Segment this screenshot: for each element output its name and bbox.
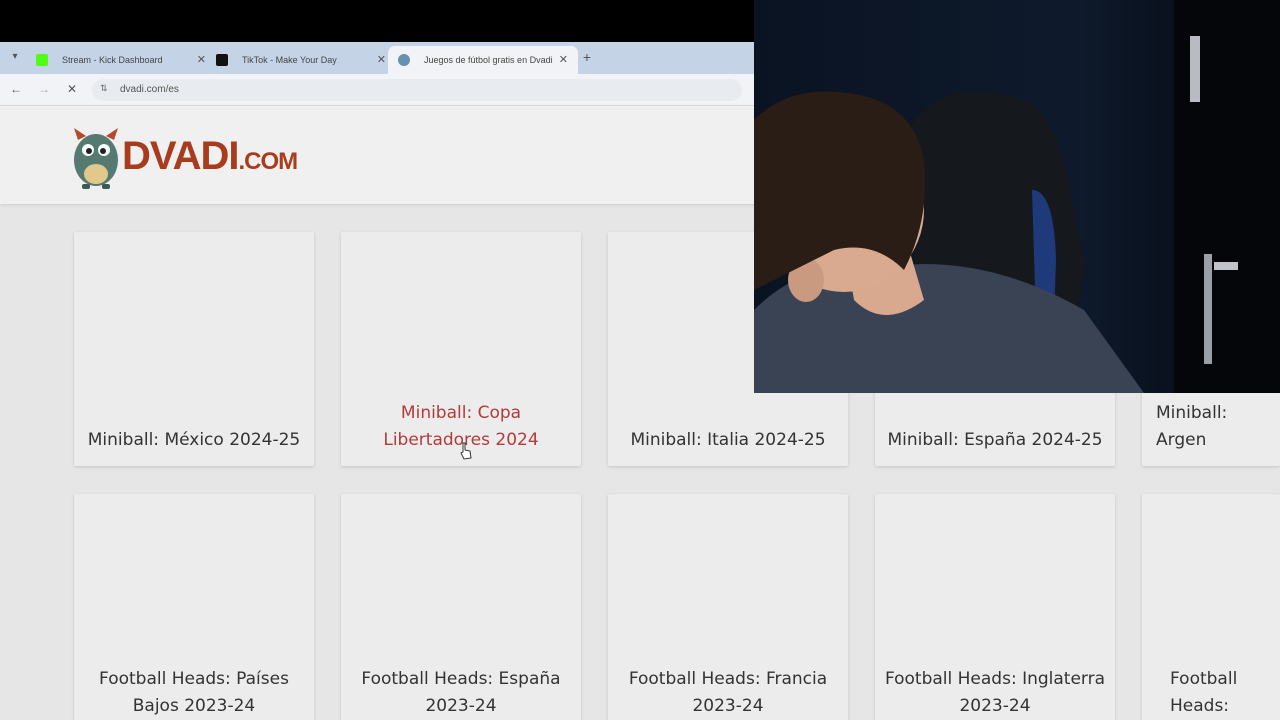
tiktok-icon <box>216 54 228 66</box>
tab-title: Stream - Kick Dashboard <box>62 55 163 65</box>
game-card-title: Football Heads: Países Bajos 2023-24 <box>99 669 289 716</box>
new-tab-button[interactable]: + <box>578 48 596 66</box>
tab-dvadi[interactable]: Juegos de fútbol gratis en Dvadi ✕ <box>388 46 578 74</box>
game-card[interactable]: Football Heads: Francia 2023-24 <box>608 494 848 720</box>
game-card-title: Football Heads: 2023-24 <box>1170 669 1238 716</box>
close-icon[interactable]: ✕ <box>197 46 206 74</box>
hand-cursor-icon <box>460 442 472 460</box>
game-card-title: Football Heads: España 2023-24 <box>361 669 561 716</box>
omnibox[interactable]: ⇅ dvadi.com/es <box>92 79 742 101</box>
tab-strip: ▾ Stream - Kick Dashboard ✕ TikTok - Mak… <box>0 42 754 74</box>
forward-icon[interactable]: → <box>36 81 52 97</box>
game-card[interactable]: Football Heads: Países Bajos 2023-24 <box>74 494 314 720</box>
kick-icon <box>36 54 48 66</box>
game-card-title: Miniball: Argen <box>1156 403 1228 450</box>
game-card-title: Football Heads: Francia 2023-24 <box>628 669 828 716</box>
close-icon[interactable]: ✕ <box>377 46 386 74</box>
webcam-person-image <box>754 0 1280 393</box>
stop-icon[interactable]: ✕ <box>64 81 80 97</box>
dvadi-logo[interactable]: DVADI.COM <box>72 126 332 190</box>
game-card-title: Miniball: España 2024-25 <box>887 430 1103 450</box>
game-card-title: Miniball: Italia 2024-25 <box>630 430 826 450</box>
monster-mascot-icon <box>74 128 118 189</box>
site-info-icon[interactable]: ⇅ <box>100 83 108 94</box>
close-icon[interactable]: ✕ <box>559 46 568 74</box>
url-text: dvadi.com/es <box>120 84 179 95</box>
tab-tiktok[interactable]: TikTok - Make Your Day ✕ <box>206 46 396 74</box>
game-card-title: Football Heads: Inglaterra 2023-24 <box>884 669 1106 716</box>
logo-wordmark: DVADI.COM <box>122 134 298 178</box>
tab-kick[interactable]: Stream - Kick Dashboard ✕ <box>26 46 216 74</box>
back-icon[interactable]: ← <box>8 81 24 97</box>
game-card[interactable]: Football Heads: 2023-24 <box>1142 494 1280 720</box>
game-card[interactable]: Football Heads: Inglaterra 2023-24 <box>875 494 1115 720</box>
game-card-title: Miniball: México 2024-25 <box>87 430 301 450</box>
tab-search-icon[interactable]: ▾ <box>8 50 22 64</box>
address-bar: ← → ✕ ⇅ dvadi.com/es <box>0 74 754 106</box>
webcam-overlay <box>754 0 1280 393</box>
game-card[interactable]: Miniball: Copa Libertadores 2024 <box>341 232 581 466</box>
dvadi-icon <box>398 54 410 66</box>
tab-title: Juegos de fútbol gratis en Dvadi <box>424 55 553 65</box>
game-card[interactable]: Miniball: México 2024-25 <box>74 232 314 466</box>
game-card[interactable]: Football Heads: España 2023-24 <box>341 494 581 720</box>
tab-title: TikTok - Make Your Day <box>242 55 337 65</box>
